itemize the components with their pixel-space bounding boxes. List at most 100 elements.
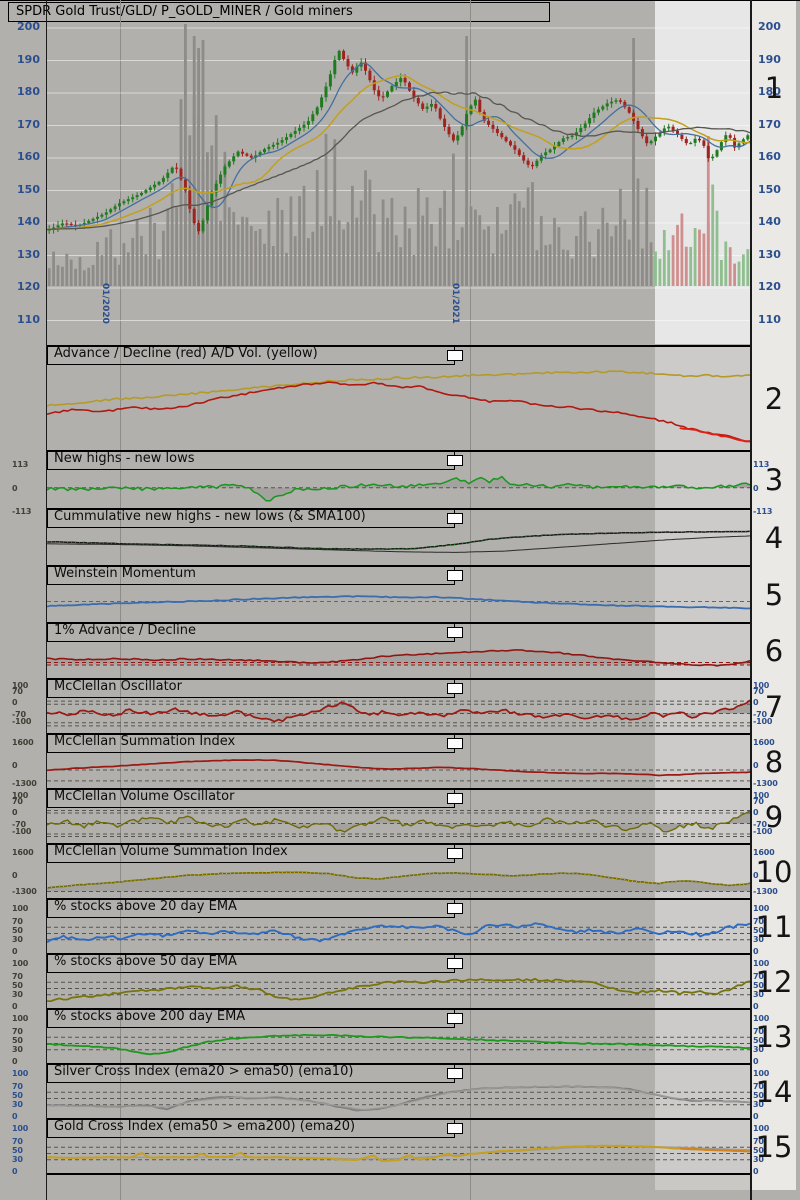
y-axis-label: 70 bbox=[12, 1137, 23, 1146]
price-tick-right: 190 bbox=[758, 52, 781, 66]
y-axis-label: 0 bbox=[753, 1112, 759, 1121]
pane-header: Cummulative new highs - new lows (& SMA1… bbox=[47, 508, 455, 528]
price-tick-left: 160 bbox=[17, 150, 40, 163]
series-cumulative-nh-nl bbox=[47, 530, 750, 550]
price-tick-right: 170 bbox=[758, 117, 781, 131]
pane-number: 14 bbox=[755, 1075, 793, 1109]
pane-header: McClellan Oscillator bbox=[47, 678, 455, 698]
y-axis-label: 0 bbox=[753, 1167, 759, 1176]
price-tick-right: 130 bbox=[758, 247, 781, 261]
pane-header: Silver Cross Index (ema20 > ema50) (ema1… bbox=[47, 1063, 455, 1083]
pane-header-tab[interactable] bbox=[447, 627, 463, 638]
pane-header: Weinstein Momentum bbox=[47, 565, 455, 585]
candlesticks bbox=[47, 49, 750, 235]
indicator-pane-5[interactable]: Weinstein Momentum bbox=[47, 565, 750, 622]
y-axis-label: 70 bbox=[12, 917, 23, 926]
pane-number: 3 bbox=[764, 463, 784, 497]
y-axis-label: -1300 bbox=[753, 779, 778, 788]
indicator-pane-11[interactable]: % stocks above 20 day EMA bbox=[47, 898, 750, 953]
pane-number: 2 bbox=[764, 382, 784, 416]
pane-header: McClellan Volume Oscillator bbox=[47, 788, 455, 808]
indicator-pane-15[interactable]: Gold Cross Index (ema50 > ema200) (ema20… bbox=[47, 1118, 750, 1173]
pane-header-tab[interactable] bbox=[447, 958, 463, 969]
y-axis-label: 0 bbox=[12, 761, 18, 770]
price-tick-left: 170 bbox=[17, 117, 40, 131]
pane-header-tab[interactable] bbox=[447, 1013, 463, 1024]
y-axis-label: 50 bbox=[12, 1146, 23, 1155]
pane-header-tab[interactable] bbox=[447, 455, 463, 466]
indicator-pane-4[interactable]: Cummulative new highs - new lows (& SMA1… bbox=[47, 508, 750, 565]
main-price-chart[interactable] bbox=[47, 0, 750, 345]
y-axis-label: 30 bbox=[12, 1155, 23, 1164]
pane-header-tab[interactable] bbox=[447, 513, 463, 524]
pane-header: McClellan Summation Index bbox=[47, 733, 455, 753]
price-tick-left: 130 bbox=[17, 247, 40, 261]
plot-right-border bbox=[750, 0, 752, 1200]
series-a-d bbox=[47, 381, 750, 442]
pane-header-tab[interactable] bbox=[447, 683, 463, 694]
moving-average-ma_slow bbox=[47, 91, 750, 231]
pane-header-tab[interactable] bbox=[447, 738, 463, 749]
volume-bars bbox=[47, 24, 750, 287]
pane-header-tab[interactable] bbox=[447, 848, 463, 859]
price-tick-left: 150 bbox=[17, 182, 40, 196]
y-axis-label: 1600 bbox=[12, 738, 34, 747]
indicator-pane-2[interactable]: Advance / Decline (red) A/D Vol. (yellow… bbox=[47, 345, 750, 450]
y-axis-label: 0 bbox=[753, 1057, 759, 1066]
pane-number: 15 bbox=[755, 1130, 793, 1164]
highlight-band bbox=[655, 1, 750, 344]
y-axis-label: 30 bbox=[12, 1045, 23, 1054]
pane-header-tab[interactable] bbox=[447, 793, 463, 804]
indicator-pane-7[interactable]: McClellan Oscillator bbox=[47, 678, 750, 733]
price-tick-left: 140 bbox=[17, 215, 40, 228]
pane-number: 7 bbox=[764, 690, 784, 724]
price-tick-right: 200 bbox=[758, 20, 781, 33]
y-axis-label: -113 bbox=[12, 507, 32, 516]
pane-header-tab[interactable] bbox=[447, 350, 463, 361]
y-axis-label: -100 bbox=[12, 827, 32, 836]
y-axis-label: 50 bbox=[12, 1036, 23, 1045]
y-axis-label: 30 bbox=[12, 990, 23, 999]
y-axis-label: 100 bbox=[12, 1124, 29, 1133]
pane-header-tab[interactable] bbox=[447, 570, 463, 581]
indicator-pane-12[interactable]: % stocks above 50 day EMA bbox=[47, 953, 750, 1008]
price-tick-left: 120 bbox=[17, 280, 40, 293]
y-axis-label: 70 bbox=[12, 1027, 23, 1036]
price-tick-right: 150 bbox=[758, 182, 781, 196]
indicator-pane-10[interactable]: McClellan Volume Summation Index bbox=[47, 843, 750, 898]
y-axis-label: 50 bbox=[12, 926, 23, 935]
y-axis-label: 0 bbox=[12, 484, 18, 493]
indicator-pane-3[interactable]: New highs - new lows bbox=[47, 450, 750, 508]
series-nh-nl bbox=[47, 475, 750, 502]
y-axis-label: -1300 bbox=[12, 779, 37, 788]
pane-number: 10 bbox=[755, 855, 793, 889]
chart-workspace: SPDR Gold Trust/GLD/ P_GOLD_MINER / Gold… bbox=[0, 0, 800, 1200]
pane-header: 1% Advance / Decline bbox=[47, 622, 455, 642]
indicator-pane-13[interactable]: % stocks above 200 day EMA bbox=[47, 1008, 750, 1063]
y-axis-label: 70 bbox=[12, 1082, 23, 1091]
indicator-pane-8[interactable]: McClellan Summation Index bbox=[47, 733, 750, 788]
pane-number: 11 bbox=[755, 910, 793, 944]
pane-number: 9 bbox=[764, 800, 784, 834]
y-axis-label: -113 bbox=[753, 507, 773, 516]
y-axis-label: -1300 bbox=[753, 887, 778, 896]
y-axis-label: -1300 bbox=[12, 887, 37, 896]
pane-number: 4 bbox=[764, 521, 784, 555]
price-tick-right: 120 bbox=[758, 280, 781, 293]
bottom-pane-border bbox=[47, 1173, 750, 1175]
price-tick-left: 200 bbox=[17, 20, 40, 33]
y-axis-label: 100 bbox=[12, 1014, 29, 1023]
pane-header-tab[interactable] bbox=[447, 1068, 463, 1079]
pane-number: 12 bbox=[755, 965, 793, 999]
y-axis-label: 113 bbox=[12, 460, 29, 469]
series-momentum bbox=[47, 595, 750, 610]
price-tick-left: 180 bbox=[17, 85, 40, 98]
indicator-pane-9[interactable]: McClellan Volume Oscillator bbox=[47, 788, 750, 843]
x-axis-date-label: 01/2021 bbox=[450, 283, 460, 324]
indicator-pane-14[interactable]: Silver Cross Index (ema20 > ema50) (ema1… bbox=[47, 1063, 750, 1118]
pane-header-tab[interactable] bbox=[447, 1123, 463, 1134]
indicator-pane-6[interactable]: 1% Advance / Decline bbox=[47, 622, 750, 678]
pane-header-tab[interactable] bbox=[447, 903, 463, 914]
pane-number: 1 bbox=[764, 71, 784, 105]
price-tick-left: 110 bbox=[17, 312, 40, 326]
